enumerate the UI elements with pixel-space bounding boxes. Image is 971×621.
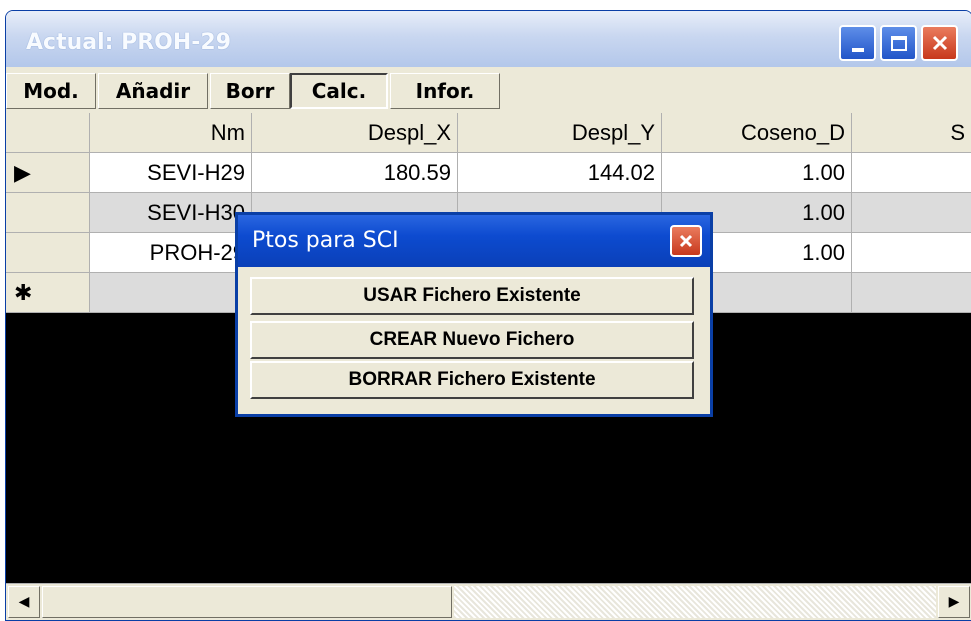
scrollbar-thumb[interactable] [42,586,452,618]
maximize-button[interactable] [880,25,917,61]
arrow-right-icon: ▶ [948,594,960,610]
minimize-icon [851,48,864,52]
borr-button[interactable]: Borr [210,73,290,109]
column-header-despl-y[interactable]: Despl_Y [458,113,662,153]
title-bar[interactable]: Actual: PROH-29 [6,11,971,67]
arrow-left-icon: ◀ [18,594,30,610]
new-row-indicator: ✱ [6,273,90,313]
horizontal-scrollbar[interactable]: ◀ ▶ [6,583,971,620]
column-header-despl-x[interactable]: Despl_X [252,113,458,153]
row-indicator[interactable] [6,233,90,273]
cell-nm[interactable]: PROH-29 [90,233,252,273]
crear-fichero-button[interactable]: CREAR Nuevo Fichero [250,321,694,359]
scroll-left-button[interactable]: ◀ [8,586,40,618]
cell-nm[interactable]: SEVI-H30 [90,193,252,233]
cell-nm[interactable] [90,273,252,313]
scroll-right-button[interactable]: ▶ [938,586,970,618]
table-row[interactable]: ▶ SEVI-H29 180.59 144.02 1.00 [6,153,971,193]
cell-s[interactable] [852,193,971,233]
cell-s[interactable] [852,233,971,273]
cell-coseno-d[interactable]: 1.00 [662,153,852,193]
maximize-icon [890,35,907,51]
cell-despl-y[interactable]: 144.02 [458,153,662,193]
header-row: Nm Despl_X Despl_Y Coseno_D S [6,113,971,153]
row-indicator[interactable]: ▶ [6,153,90,193]
close-button[interactable] [921,25,958,61]
dialog-close-button[interactable] [670,225,702,257]
close-icon [932,35,947,51]
header-indicator [6,113,90,153]
mod-button[interactable]: Mod. [6,73,96,109]
usar-fichero-button[interactable]: USAR Fichero Existente [250,277,694,315]
row-indicator[interactable] [6,193,90,233]
infor-button[interactable]: Infor. [390,73,500,109]
close-icon [679,234,693,248]
scrollbar-track[interactable] [454,586,936,618]
column-header-s[interactable]: S [852,113,971,153]
borrar-fichero-button[interactable]: BORRAR Fichero Existente [250,361,694,399]
ptos-dialog: Ptos para SCI USAR Fichero Existente CRE… [235,212,713,417]
column-header-nm[interactable]: Nm [90,113,252,153]
window-title: Actual: PROH-29 [26,30,232,55]
cell-s[interactable] [852,153,971,193]
cell-nm[interactable]: SEVI-H29 [90,153,252,193]
calc-button[interactable]: Calc. [290,73,388,109]
minimize-button[interactable] [839,25,876,61]
dialog-title: Ptos para SCI [252,228,399,253]
cell-despl-x[interactable]: 180.59 [252,153,458,193]
cell-s[interactable] [852,273,971,313]
dialog-title-bar[interactable]: Ptos para SCI [238,215,710,267]
toolbar: Mod. Añadir Borr Calc. Infor. [6,67,971,113]
column-header-coseno-d[interactable]: Coseno_D [662,113,852,153]
anadir-button[interactable]: Añadir [98,73,208,109]
